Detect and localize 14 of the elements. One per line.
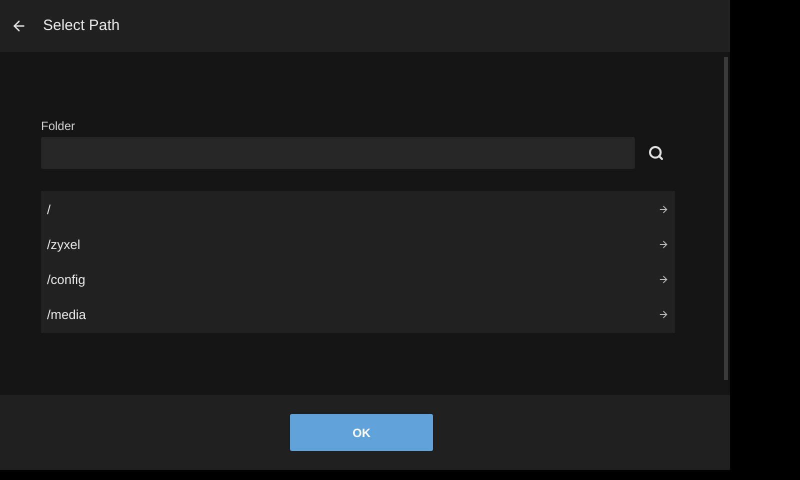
page-title: Select Path [43,16,120,36]
path-item[interactable]: /media [41,297,675,332]
search-icon [648,145,664,161]
path-item[interactable]: / [41,192,675,227]
path-item[interactable]: /config [41,262,675,297]
arrow-right-icon [658,239,669,250]
field-label: Folder [41,118,76,134]
arrow-right-icon [658,274,669,285]
path-item[interactable]: /zyxel [41,227,675,262]
scrollbar[interactable] [724,57,728,380]
search-button[interactable] [647,144,665,162]
back-button[interactable] [11,18,27,34]
arrow-right-icon [658,204,669,215]
arrow-right-icon [658,309,669,320]
